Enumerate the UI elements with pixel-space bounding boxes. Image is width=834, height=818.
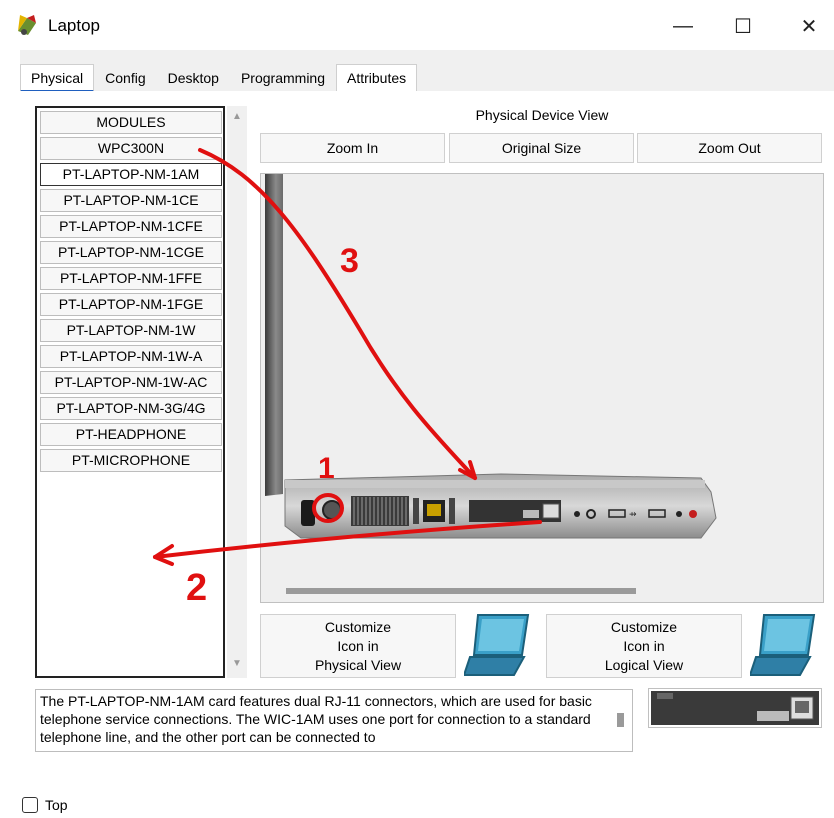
vent-grille [351, 496, 409, 526]
module-item-nm-1w-a[interactable]: PT-LAPTOP-NM-1W-A [40, 345, 222, 368]
customize-logical-line1: Customize [610, 618, 678, 635]
svg-text:⇸: ⇸ [629, 510, 637, 520]
device-view-canvas[interactable]: ⇸ [260, 173, 824, 603]
customize-logical-line3: Logical View [604, 656, 684, 673]
top-checkbox-row[interactable]: Top [22, 797, 68, 813]
laptop-app-icon [18, 15, 36, 35]
tab-attributes[interactable]: Attributes [336, 64, 418, 92]
module-list: MODULES WPC300N PT-LAPTOP-NM-1AM PT-LAPT… [35, 106, 225, 678]
maximize-button[interactable]: ☐ [720, 8, 766, 44]
module-item-wpc300n[interactable]: WPC300N [40, 137, 222, 160]
module-item-nm-3g4g[interactable]: PT-LAPTOP-NM-3G/4G [40, 397, 222, 420]
module-item-nm-1cge[interactable]: PT-LAPTOP-NM-1CGE [40, 241, 222, 264]
module-item-nm-1w[interactable]: PT-LAPTOP-NM-1W [40, 319, 222, 342]
zoom-in-button[interactable]: Zoom In [260, 133, 445, 163]
zoom-out-button[interactable]: Zoom Out [637, 133, 822, 163]
module-description: The PT-LAPTOP-NM-1AM card features dual … [35, 689, 633, 752]
module-item-nm-1fge[interactable]: PT-LAPTOP-NM-1FGE [40, 293, 222, 316]
minimize-button[interactable]: — [660, 8, 706, 44]
window-title: Laptop [48, 16, 100, 35]
close-button[interactable]: ✕ [786, 8, 832, 44]
customize-logical-line2: Icon in [623, 637, 665, 654]
customize-logical-icon-button[interactable]: Customize Icon in Logical View [546, 614, 742, 678]
laptop-physical-icon [464, 614, 530, 676]
module-item-nm-1ce[interactable]: PT-LAPTOP-NM-1CE [40, 189, 222, 212]
tab-physical[interactable]: Physical [20, 64, 95, 92]
tab-programming[interactable]: Programming [229, 64, 336, 92]
module-item-nm-1cfe[interactable]: PT-LAPTOP-NM-1CFE [40, 215, 222, 238]
module-thumbnail [648, 688, 822, 728]
tab-desktop[interactable]: Desktop [156, 64, 230, 92]
module-item-microphone[interactable]: PT-MICROPHONE [40, 449, 222, 472]
scroll-up-icon[interactable]: ▲ [231, 112, 243, 122]
title-bar: Laptop — ☐ ✕ [0, 0, 834, 50]
laptop-logical-icon [750, 614, 816, 676]
physical-tab-content: MODULES WPC300N PT-LAPTOP-NM-1AM PT-LAPT… [20, 91, 834, 788]
scroll-down-icon[interactable]: ▼ [231, 659, 243, 669]
customize-physical-line3: Physical View [314, 656, 402, 673]
original-size-button[interactable]: Original Size [449, 133, 634, 163]
customize-physical-line1: Customize [324, 618, 392, 635]
description-scrollbar[interactable] [617, 713, 624, 727]
module-item-nm-1ffe[interactable]: PT-LAPTOP-NM-1FFE [40, 267, 222, 290]
tab-bar: Physical Config Desktop Programming Attr… [20, 64, 418, 92]
customize-physical-line2: Icon in [337, 637, 379, 654]
laptop-side-image: ⇸ [265, 174, 717, 594]
module-image [651, 691, 819, 725]
physical-device-view-title: Physical Device View [475, 107, 609, 123]
top-checkbox[interactable] [22, 797, 38, 813]
tab-config[interactable]: Config [94, 64, 157, 92]
module-item-nm-1w-ac[interactable]: PT-LAPTOP-NM-1W-AC [40, 371, 222, 394]
module-item-headphone[interactable]: PT-HEADPHONE [40, 423, 222, 446]
module-item-modules[interactable]: MODULES [40, 111, 222, 134]
module-list-scrollbar[interactable]: ▲ ▼ [227, 106, 247, 678]
main-panel: Physical Config Desktop Programming Attr… [20, 50, 834, 788]
customize-physical-icon-button[interactable]: Customize Icon in Physical View [260, 614, 456, 678]
module-item-nm-1am[interactable]: PT-LAPTOP-NM-1AM [40, 163, 222, 186]
top-checkbox-label: Top [45, 797, 68, 813]
